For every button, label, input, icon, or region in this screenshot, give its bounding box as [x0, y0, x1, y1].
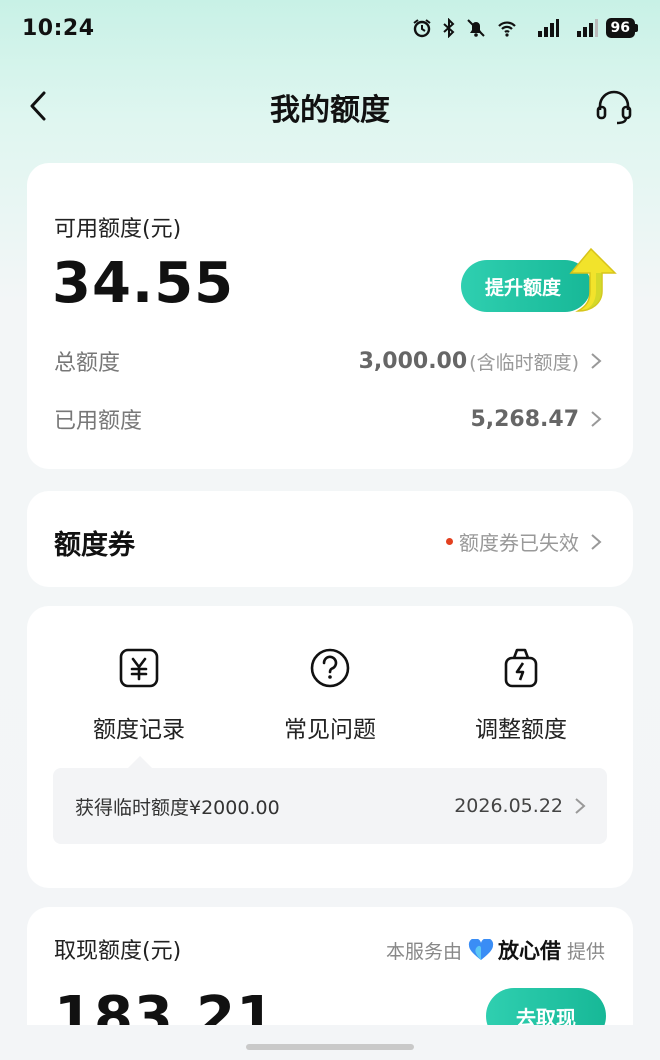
signal-icon-1 — [528, 18, 560, 38]
total-quota-label: 总额度 — [54, 351, 121, 376]
available-quota-amount: 34.55 — [52, 251, 235, 316]
heart-logo-icon — [468, 938, 494, 961]
chevron-left-icon[interactable] — [22, 88, 58, 124]
alarm-icon — [412, 18, 432, 38]
battery-level: 96 — [605, 18, 635, 38]
used-quota-label: 已用额度 — [54, 409, 143, 434]
faq-label: 常见问题 — [284, 717, 376, 743]
lightning-bag-icon — [499, 646, 543, 690]
status-icons: 96 — [412, 18, 638, 38]
boost-quota-label: 提升额度 — [485, 276, 562, 299]
coupon-card[interactable]: 额度券 额度券已失效 — [27, 491, 633, 587]
quota-records-button[interactable]: 额度记录 — [59, 646, 219, 744]
total-quota-row[interactable]: 总额度 3,000.00 (含临时额度) — [54, 345, 603, 377]
record-date: 2026.05.22 — [454, 795, 563, 817]
provider-info: 本服务由 放心借 提供 — [386, 935, 605, 965]
tools-card: 额度记录 常见问题 调整额度 获得临时额度¥2000.00 2026.05.22 — [27, 606, 633, 888]
alert-dot — [446, 538, 453, 545]
adjust-quota-label: 调整额度 — [475, 717, 567, 743]
home-indicator[interactable] — [246, 1044, 414, 1050]
question-circle-icon — [308, 646, 352, 690]
record-date-group: 2026.05.22 — [454, 795, 587, 817]
provider-prefix: 本服务由 — [385, 940, 462, 963]
up-arrow-icon — [561, 247, 617, 313]
coupon-title: 额度券 — [54, 530, 135, 561]
wifi-icon — [493, 18, 521, 38]
coupon-status-group: 额度券已失效 — [446, 527, 603, 556]
quota-records-label: 额度记录 — [93, 717, 185, 743]
chevron-right-icon — [591, 411, 602, 427]
nav-bar: 我的额度 — [0, 70, 660, 144]
available-quota-label: 可用额度(元) — [54, 217, 182, 242]
bluetooth-icon — [439, 18, 459, 38]
used-quota-row[interactable]: 已用额度 5,268.47 — [54, 403, 603, 435]
status-bar: 10:24 96 — [0, 0, 660, 56]
provider-name: 放心借 — [497, 939, 561, 963]
battery-indicator: 96 — [605, 18, 638, 38]
total-quota-note: (含临时额度) — [469, 351, 579, 374]
total-quota-value: 3,000.00 — [358, 348, 468, 374]
quota-card: 可用额度(元) 34.55 提升额度 总额度 3,000.00 (含临时额度) … — [27, 163, 633, 469]
coupon-status: 额度券已失效 — [459, 531, 579, 555]
page-title: 我的额度 — [270, 93, 390, 128]
battery-tip — [635, 24, 638, 32]
status-time: 10:24 — [22, 15, 95, 41]
chevron-right-icon — [575, 798, 586, 814]
provider-suffix: 提供 — [566, 940, 605, 963]
adjust-quota-button[interactable]: 调整额度 — [441, 646, 601, 744]
cash-quota-label: 取现额度(元) — [54, 939, 182, 964]
chevron-right-icon — [591, 533, 602, 550]
bottom-bar — [0, 1025, 660, 1060]
faq-button[interactable]: 常见问题 — [250, 646, 410, 744]
yuan-receipt-icon — [117, 646, 161, 690]
used-quota-value-group: 5,268.47 — [470, 407, 603, 432]
latest-record-item[interactable]: 获得临时额度¥2000.00 2026.05.22 — [53, 768, 607, 844]
record-text: 获得临时额度¥2000.00 — [75, 796, 280, 819]
headset-icon[interactable] — [594, 86, 634, 126]
signal-icon-2 — [567, 18, 599, 38]
chevron-right-icon — [591, 353, 602, 369]
mute-bell-icon — [466, 18, 486, 38]
used-quota-value: 5,268.47 — [470, 406, 579, 432]
total-quota-value-group: 3,000.00 (含临时额度) — [359, 348, 603, 375]
